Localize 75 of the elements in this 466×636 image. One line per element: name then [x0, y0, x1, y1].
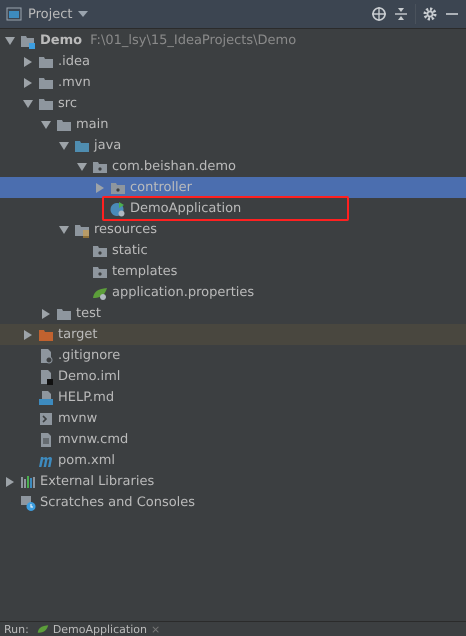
tree-row[interactable]: .idea — [0, 51, 466, 72]
item-name: DemoApplication — [130, 201, 242, 216]
file-icon — [38, 368, 54, 384]
item-name: java — [94, 138, 122, 153]
tree-row[interactable]: External Libraries — [0, 471, 466, 492]
item-name: test — [76, 306, 101, 321]
item-name: External Libraries — [40, 474, 154, 489]
collapse-arrow-icon[interactable] — [59, 224, 69, 234]
tree-row[interactable]: .gitignore — [0, 345, 466, 366]
collapse-all-icon[interactable] — [393, 6, 409, 22]
tree-row[interactable]: mvnw — [0, 408, 466, 429]
run-label: Run: — [4, 622, 29, 636]
item-name: target — [58, 327, 98, 342]
tree-row[interactable]: test — [0, 303, 466, 324]
tree-row[interactable]: com.beishan.demo — [0, 156, 466, 177]
leaf-icon — [36, 623, 49, 635]
item-name: .idea — [58, 54, 90, 69]
item-name: Demo.iml — [58, 369, 120, 384]
run-tab[interactable]: DemoApplication × — [36, 622, 160, 636]
item-name: HELP.md — [58, 390, 114, 405]
expand-arrow-icon[interactable] — [23, 56, 33, 66]
tree-row[interactable]: .mvn — [0, 72, 466, 93]
collapse-arrow-icon[interactable] — [59, 140, 69, 150]
tree-row[interactable]: static — [0, 240, 466, 261]
item-name: templates — [112, 264, 178, 279]
crosshair-icon[interactable] — [371, 6, 387, 22]
text-file-icon — [38, 432, 54, 448]
tree-row[interactable]: application.properties — [0, 282, 466, 303]
file-icon — [38, 348, 54, 364]
scratches-icon — [20, 494, 36, 510]
collapse-arrow-icon[interactable] — [5, 36, 15, 46]
item-name: com.beishan.demo — [112, 159, 236, 174]
item-name: resources — [94, 222, 158, 237]
item-name: mvnw — [58, 411, 98, 426]
tree-row[interactable]: mvnw.cmd — [0, 429, 466, 450]
collapse-arrow-icon[interactable] — [77, 162, 87, 172]
markdown-file-icon — [38, 390, 54, 406]
collapse-arrow-icon[interactable] — [23, 98, 33, 108]
class-icon — [110, 200, 126, 216]
libraries-icon — [20, 474, 36, 490]
expand-arrow-icon[interactable] — [41, 308, 51, 318]
collapse-arrow-icon[interactable] — [41, 120, 51, 130]
item-name: static — [112, 243, 148, 258]
item-name: mvnw.cmd — [58, 432, 128, 447]
tree-row[interactable]: templates — [0, 261, 466, 282]
script-file-icon — [38, 410, 54, 426]
panel-title: Project — [28, 6, 72, 22]
item-name: .mvn — [58, 75, 91, 90]
tree-row[interactable]: Demo F:\01_lsy\15_IdeaProjects\Demo — [0, 30, 466, 51]
tree-row[interactable]: target — [0, 324, 466, 345]
item-name: application.properties — [112, 285, 254, 300]
tree-row[interactable]: Demo.iml — [0, 366, 466, 387]
tree-row[interactable]: pom.xml — [0, 450, 466, 471]
expand-arrow-icon[interactable] — [23, 330, 33, 340]
tree-row[interactable]: java — [0, 135, 466, 156]
expand-arrow-icon[interactable] — [5, 476, 15, 486]
tree-row[interactable]: src — [0, 93, 466, 114]
settings-icon[interactable] — [422, 6, 438, 22]
tree-row[interactable]: Scratches and Consoles — [0, 492, 466, 513]
item-name: src — [58, 96, 77, 111]
item-name: pom.xml — [58, 453, 115, 468]
tree-row[interactable]: DemoApplication — [0, 198, 466, 219]
expand-arrow-icon[interactable] — [23, 78, 33, 88]
item-name: Scratches and Consoles — [40, 495, 196, 510]
project-path: F:\01_lsy\15_IdeaProjects\Demo — [90, 33, 296, 48]
item-name: main — [76, 117, 108, 132]
window-icon — [6, 6, 22, 22]
tree-row[interactable]: HELP.md — [0, 387, 466, 408]
item-name: Demo — [40, 33, 82, 48]
tree-row[interactable]: resources — [0, 219, 466, 240]
item-name: controller — [130, 180, 192, 195]
tree-row[interactable]: main — [0, 114, 466, 135]
item-name: .gitignore — [58, 348, 120, 363]
dropdown-caret-icon[interactable] — [78, 11, 88, 17]
run-tab-label: DemoApplication — [52, 622, 147, 636]
